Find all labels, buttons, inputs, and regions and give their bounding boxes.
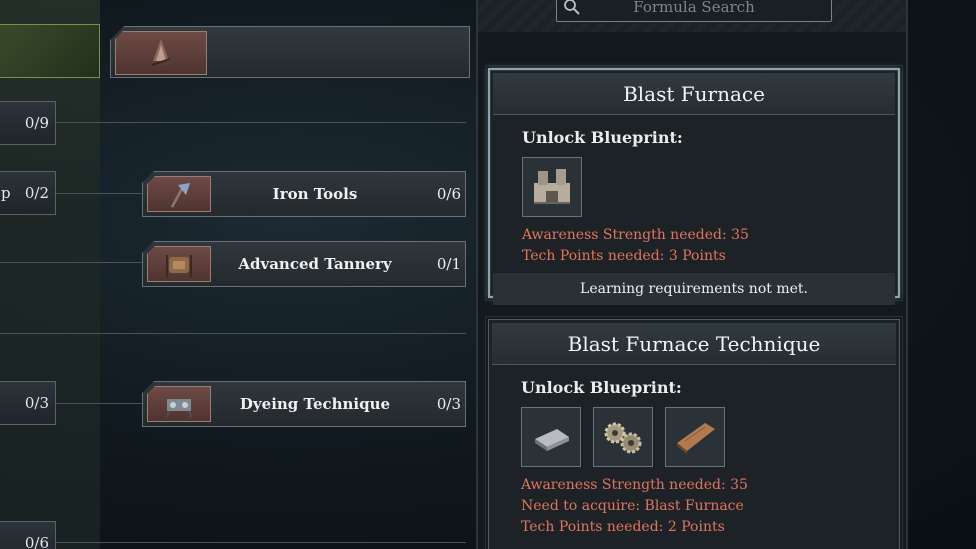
- unlock-blueprint-label: Unlock Blueprint:: [521, 378, 682, 397]
- formula-detail-panel: Formula Search Blast Furnace Unlock Blue…: [476, 0, 908, 549]
- tech-node-top[interactable]: [110, 26, 470, 78]
- tech-node-count-box[interactable]: 0/6: [0, 521, 56, 549]
- connector-line: [56, 403, 148, 404]
- connector-line: [56, 542, 466, 543]
- connector-line: [0, 333, 466, 334]
- learning-status: Learning requirements not met.: [493, 273, 895, 305]
- node-count: 0/3: [24, 394, 49, 412]
- node-count: 0/3: [436, 395, 461, 413]
- selected-node[interactable]: [0, 24, 100, 78]
- tech-tree: 0/9 p 0/2 0/3 0/6 Iron Tools 0/6 Advance…: [0, 0, 470, 549]
- formula-search-input[interactable]: Formula Search: [556, 0, 832, 22]
- connector-line: [0, 262, 146, 263]
- formula-card-blast-furnace[interactable]: Blast Furnace Unlock Blueprint: Awarenes…: [485, 65, 903, 305]
- tannery-icon: [147, 246, 211, 282]
- requirement-text: Tech Points needed: 2 Points: [521, 519, 725, 535]
- axe-icon: [147, 176, 211, 212]
- tech-node-count-box[interactable]: p 0/2: [0, 171, 56, 215]
- node-count: 0/9: [24, 114, 49, 132]
- connector-line: [56, 193, 148, 194]
- formula-card-blast-furnace-technique[interactable]: Blast Furnace Technique Unlock Blueprint…: [485, 316, 903, 549]
- tech-node-count-box[interactable]: 0/9: [0, 101, 56, 145]
- node-count: 0/2: [24, 184, 49, 202]
- requirement-text: Awareness Strength needed: 35: [521, 477, 748, 493]
- requirement-text: Awareness Strength needed: 35: [522, 227, 749, 243]
- dye-vat-icon: [147, 386, 211, 422]
- node-label: Advanced Tannery: [238, 255, 392, 273]
- card-title: Blast Furnace: [493, 73, 895, 115]
- tech-node-advanced-tannery[interactable]: Advanced Tannery 0/1: [142, 241, 466, 287]
- plank-icon[interactable]: [665, 407, 725, 467]
- unlock-blueprint-label: Unlock Blueprint:: [522, 128, 683, 147]
- gears-icon[interactable]: [593, 407, 653, 467]
- search-placeholder: Formula Search: [633, 0, 755, 16]
- iron-ingot-icon[interactable]: [521, 407, 581, 467]
- requirement-text: Need to acquire: Blast Furnace: [521, 498, 744, 514]
- node-count: 0/6: [24, 534, 49, 549]
- node-count: 0/1: [436, 255, 461, 273]
- tree-column-background: [0, 0, 100, 549]
- campfire-icon: [115, 31, 207, 75]
- node-label: Iron Tools: [272, 185, 358, 203]
- requirement-text: Tech Points needed: 3 Points: [522, 248, 726, 264]
- search-icon: [557, 0, 587, 21]
- card-title: Blast Furnace Technique: [492, 323, 896, 365]
- tech-node-iron-tools[interactable]: Iron Tools 0/6: [142, 171, 466, 217]
- blast-furnace-icon[interactable]: [522, 157, 582, 217]
- connector-line: [56, 122, 466, 123]
- count-prefix: p: [1, 184, 11, 202]
- node-label: Dyeing Technique: [239, 395, 391, 413]
- node-count: 0/6: [436, 185, 461, 203]
- tech-node-dyeing-technique[interactable]: Dyeing Technique 0/3: [142, 381, 466, 427]
- tech-node-count-box[interactable]: 0/3: [0, 381, 56, 425]
